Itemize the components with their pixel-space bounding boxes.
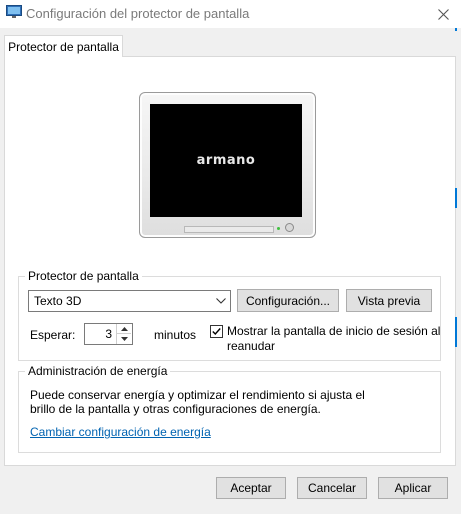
window-edge-accent [455, 317, 457, 347]
wait-unit-label: minutos [154, 328, 197, 342]
cancel-button[interactable]: Cancelar [297, 477, 367, 499]
close-icon [438, 8, 449, 20]
spin-down-icon[interactable] [116, 334, 131, 344]
settings-button[interactable]: Configuración... [237, 289, 339, 312]
checkmark-icon [212, 328, 221, 336]
resume-logon-label-line1[interactable]: Mostrar la pantalla de inicio de sesión … [227, 324, 440, 338]
chevron-down-icon[interactable] [213, 292, 229, 310]
spin-up-icon[interactable] [116, 324, 131, 334]
preview-text: armano [196, 153, 256, 168]
window-edge-accent [455, 188, 457, 208]
wait-label: Esperar: [30, 328, 76, 342]
power-description-line1: Puede conservar energía y optimizar el r… [30, 388, 365, 402]
ok-button[interactable]: Aceptar [216, 477, 286, 499]
screensaver-select-value: Texto 3D [34, 294, 82, 308]
apply-button[interactable]: Aplicar [378, 477, 448, 499]
screensaver-group-legend: Protector de pantalla [25, 269, 142, 283]
window-edge-accent [455, 28, 457, 31]
monitor-slot [184, 226, 274, 233]
power-group-legend: Administración de energía [25, 364, 171, 378]
display-settings-icon [6, 5, 22, 19]
close-button[interactable] [426, 0, 461, 28]
power-settings-link[interactable]: Cambiar configuración de energía [30, 425, 211, 439]
monitor-power-icon [285, 223, 294, 232]
power-led-icon [277, 227, 280, 230]
window-title: Configuración del protector de pantalla [26, 6, 250, 21]
power-description-line2: brillo de la pantalla y otras configurac… [30, 402, 321, 416]
resume-logon-checkbox[interactable] [210, 325, 223, 338]
tab-screensaver[interactable]: Protector de pantalla [4, 35, 123, 57]
resume-logon-label-line2[interactable]: reanudar [227, 339, 275, 353]
wait-minutes-value[interactable]: 3 [86, 327, 112, 341]
preview-button[interactable]: Vista previa [346, 289, 432, 312]
